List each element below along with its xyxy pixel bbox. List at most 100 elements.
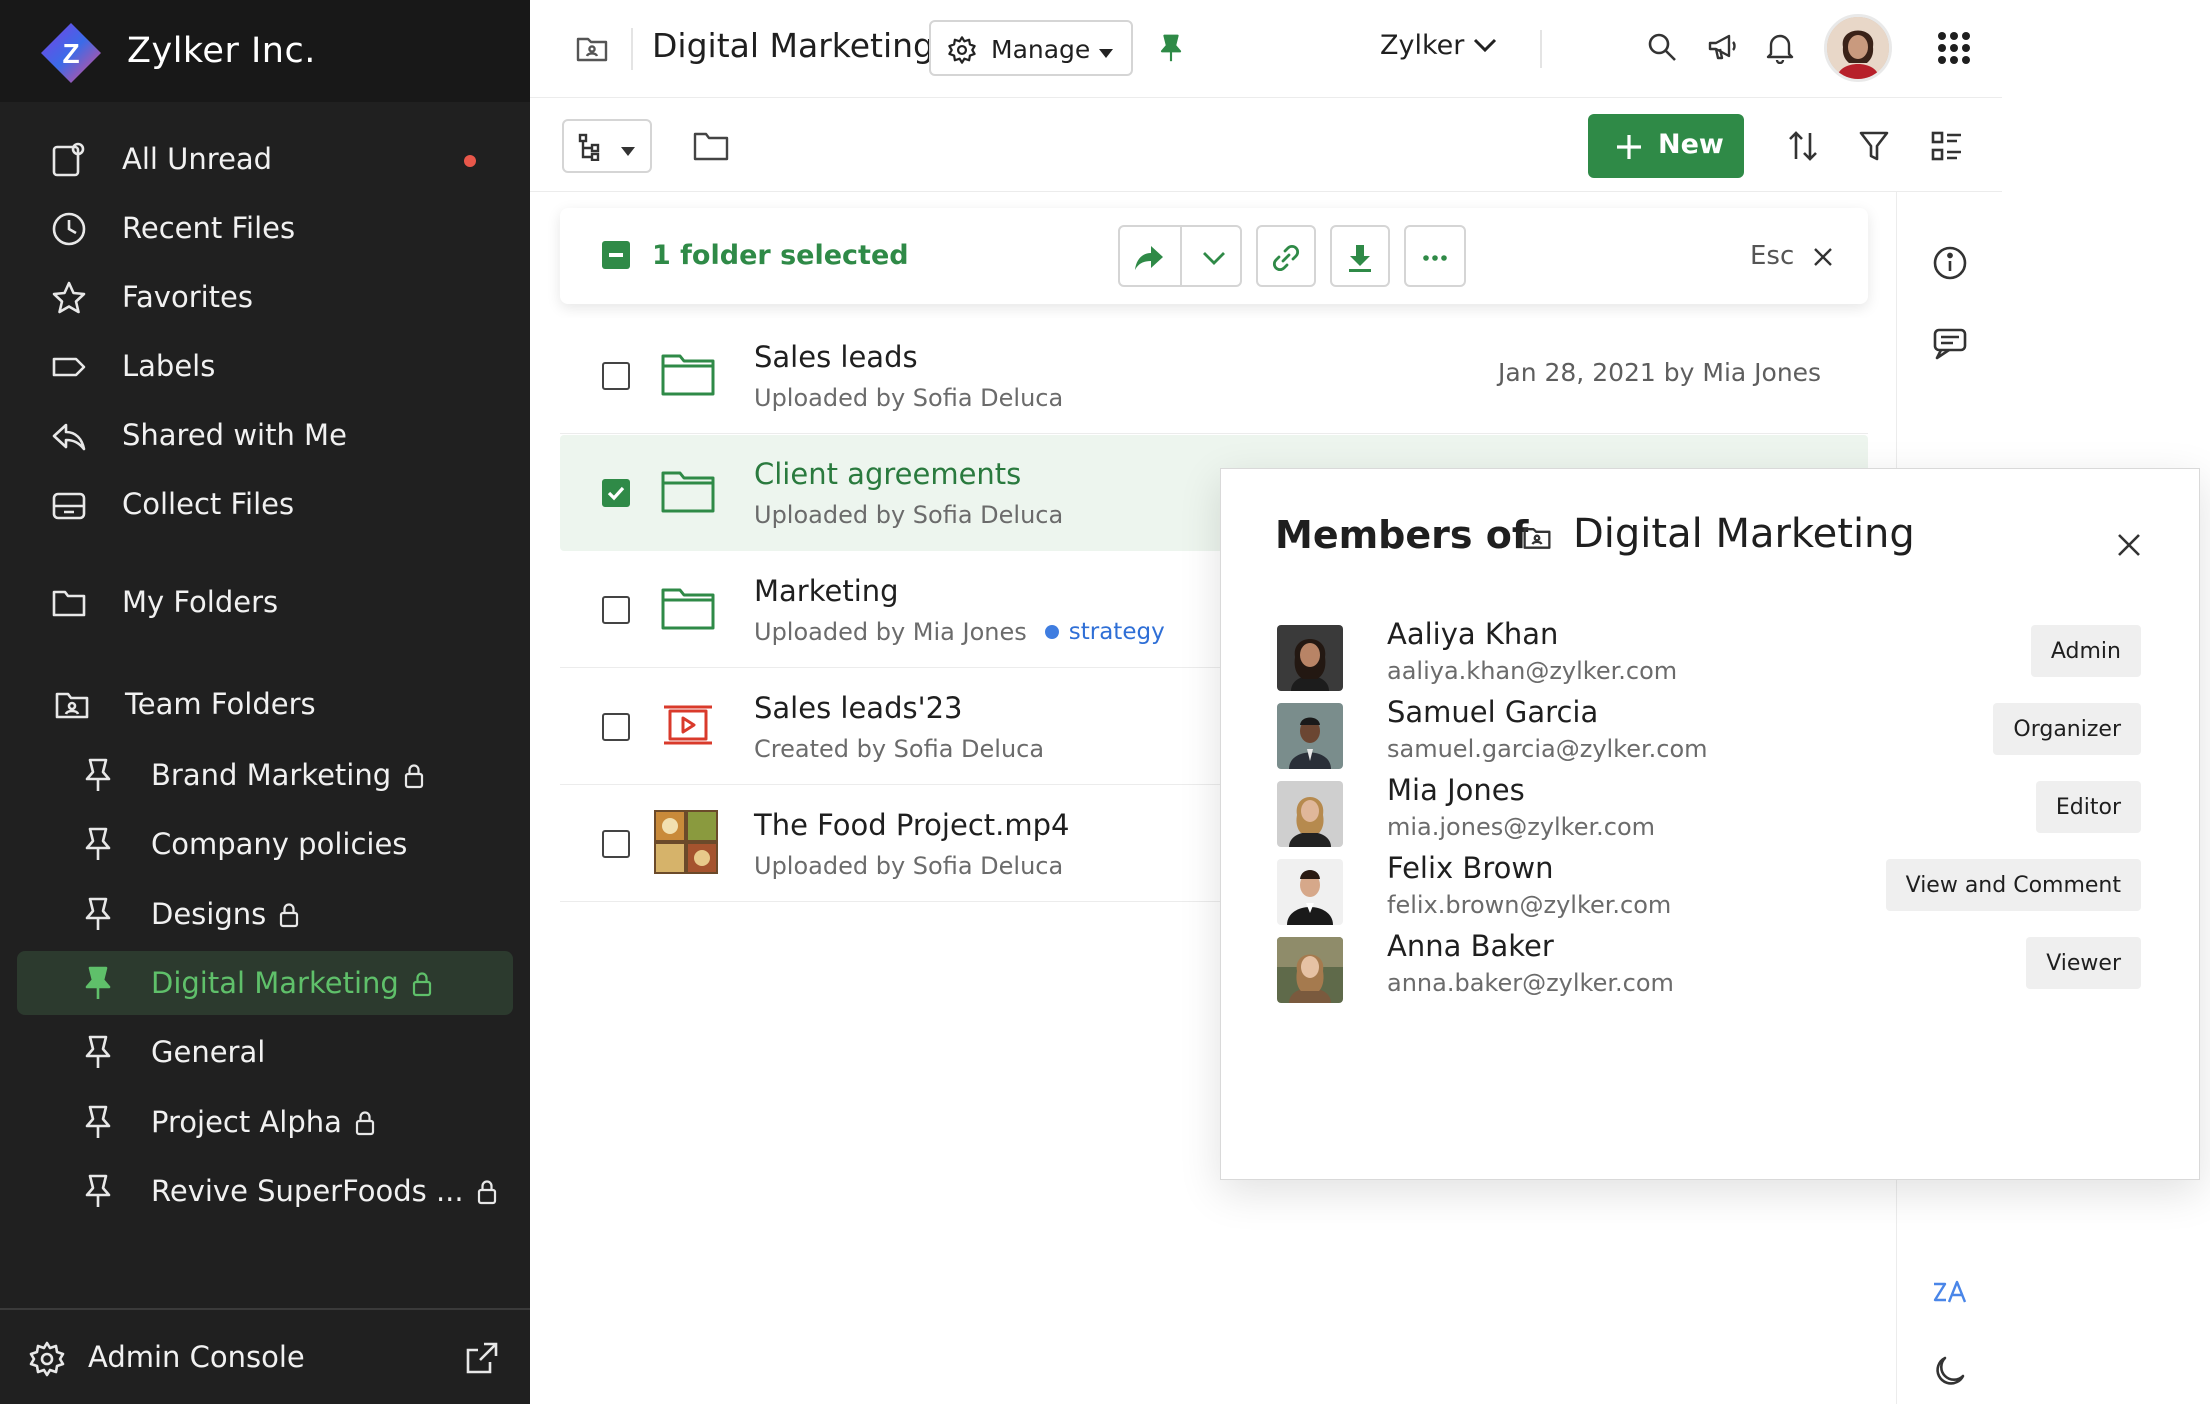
list-view-icon[interactable]	[1930, 129, 1964, 163]
team-label: General	[151, 1035, 266, 1069]
nav-favorites[interactable]: Favorites	[17, 266, 513, 328]
label-icon	[50, 348, 88, 386]
nav-my-folders[interactable]: My Folders	[17, 571, 513, 633]
members-panel: Members of Digital Marketing Aaliya Khan…	[1220, 468, 2200, 1180]
manage-label: Manage	[991, 35, 1091, 64]
member-name: Felix Brown	[1387, 851, 1554, 885]
open-external-icon[interactable]	[464, 1340, 500, 1376]
search-icon[interactable]	[1645, 30, 1679, 64]
tree-view-icon	[578, 133, 606, 162]
nav-label: Collect Files	[122, 487, 295, 521]
file-name[interactable]: Client agreements	[754, 457, 1021, 491]
tag-text: strategy	[1068, 619, 1165, 645]
unread-icon	[50, 141, 88, 179]
member-name: Samuel Garcia	[1387, 695, 1599, 729]
row-checkbox[interactable]	[602, 479, 630, 507]
collect-icon	[50, 486, 88, 524]
gear-icon	[28, 1340, 66, 1378]
member-name: Mia Jones	[1387, 773, 1525, 807]
share-button-group[interactable]	[1118, 225, 1242, 287]
org-switcher[interactable]: Zylker	[1380, 30, 1464, 61]
user-avatar[interactable]	[1824, 14, 1892, 82]
sort-icon[interactable]	[1786, 129, 1820, 163]
label-tag[interactable]: strategy	[1044, 619, 1165, 645]
clock-icon	[50, 210, 88, 248]
brand-logo-letter: Z	[62, 38, 79, 69]
new-button[interactable]: New	[1588, 114, 1744, 178]
file-name[interactable]: Marketing	[754, 574, 899, 608]
member-role-badge[interactable]: Editor	[2035, 781, 2141, 833]
member-role-badge[interactable]: Viewer	[2026, 937, 2141, 989]
team-item-general[interactable]: General	[17, 1020, 513, 1084]
team-label: Revive SuperFoods ...	[151, 1174, 464, 1208]
announcement-icon[interactable]	[1705, 30, 1739, 64]
close-icon[interactable]	[1812, 246, 1834, 268]
folder-icon	[660, 582, 716, 634]
folder-icon	[660, 465, 716, 517]
nav-all-unread[interactable]: All Unread	[17, 128, 513, 190]
row-checkbox[interactable]	[602, 596, 630, 624]
member-name: Anna Baker	[1387, 929, 1554, 963]
pin-icon	[81, 1104, 115, 1140]
copy-link-button[interactable]	[1256, 225, 1316, 287]
lock-icon	[354, 1109, 376, 1136]
translate-icon[interactable]	[1931, 1274, 1969, 1312]
more-actions-button[interactable]	[1404, 225, 1466, 287]
team-folder-icon	[1521, 523, 1553, 553]
bell-icon[interactable]	[1763, 30, 1797, 65]
select-all-checkbox[interactable]	[602, 241, 630, 269]
team-label: Project Alpha	[151, 1105, 342, 1139]
team-item-project-alpha[interactable]: Project Alpha	[17, 1090, 513, 1154]
share-arrow-icon[interactable]	[1133, 242, 1165, 274]
comments-icon[interactable]	[1931, 324, 1969, 362]
pin-icon	[81, 1034, 115, 1070]
view-toggle[interactable]	[562, 119, 652, 173]
team-item-brand-marketing[interactable]: Brand Marketing	[17, 743, 513, 807]
esc-hint[interactable]: Esc	[1750, 241, 1794, 271]
page-title: Digital Marketing	[652, 26, 934, 65]
admin-console-link[interactable]: Admin Console	[0, 1308, 530, 1404]
member-role-badge[interactable]: Admin	[2030, 625, 2141, 677]
file-name[interactable]: Sales leads	[754, 340, 918, 374]
chevron-down-icon[interactable]	[1472, 36, 1498, 54]
file-row[interactable]: Sales leads Uploaded by Sofia Deluca Jan…	[560, 318, 1868, 434]
lock-icon	[411, 970, 433, 997]
team-item-company-policies[interactable]: Company policies	[17, 812, 513, 876]
nav-recent-files[interactable]: Recent Files	[17, 197, 513, 259]
team-item-revive-superfoods[interactable]: Revive SuperFoods ...	[17, 1159, 513, 1223]
member-name: Aaliya Khan	[1387, 617, 1559, 651]
filter-icon[interactable]	[1858, 129, 1890, 163]
file-uploader: Created by Sofia Deluca	[754, 735, 1045, 763]
apps-grid-icon[interactable]	[1936, 30, 1972, 66]
pin-icon	[81, 757, 115, 793]
close-icon[interactable]	[2115, 531, 2143, 559]
team-item-digital-marketing[interactable]: Digital Marketing	[17, 951, 513, 1015]
header-divider	[1540, 30, 1542, 68]
member-avatar	[1277, 859, 1343, 925]
nav-shared-with-me[interactable]: Shared with Me	[17, 404, 513, 466]
team-item-designs[interactable]: Designs	[17, 882, 513, 946]
nav-team-folders[interactable]: Team Folders	[17, 673, 513, 735]
member-role-badge[interactable]: View and Comment	[1885, 859, 2141, 911]
nav-labels[interactable]: Labels	[17, 335, 513, 397]
unread-dot	[464, 155, 476, 167]
nav-collect-files[interactable]: Collect Files	[17, 473, 513, 535]
member-role-badge[interactable]: Organizer	[1993, 703, 2141, 755]
pin-filled-icon	[81, 965, 115, 1001]
presentation-icon	[660, 699, 716, 751]
chevron-down-icon[interactable]	[1198, 242, 1230, 274]
row-checkbox[interactable]	[602, 713, 630, 741]
file-name[interactable]: Sales leads'23	[754, 691, 962, 725]
team-label: Digital Marketing	[151, 966, 399, 1000]
info-icon[interactable]	[1931, 244, 1969, 282]
pin-filled-icon[interactable]	[1157, 32, 1185, 64]
manage-button[interactable]: Manage	[929, 20, 1133, 76]
folder-icon[interactable]	[693, 131, 729, 161]
download-button[interactable]	[1330, 225, 1390, 287]
dark-mode-icon[interactable]	[1931, 1352, 1969, 1390]
folder-icon	[50, 584, 88, 622]
admin-console-label: Admin Console	[88, 1340, 305, 1374]
file-name[interactable]: The Food Project.mp4	[754, 808, 1069, 842]
row-checkbox[interactable]	[602, 362, 630, 390]
row-checkbox[interactable]	[602, 830, 630, 858]
